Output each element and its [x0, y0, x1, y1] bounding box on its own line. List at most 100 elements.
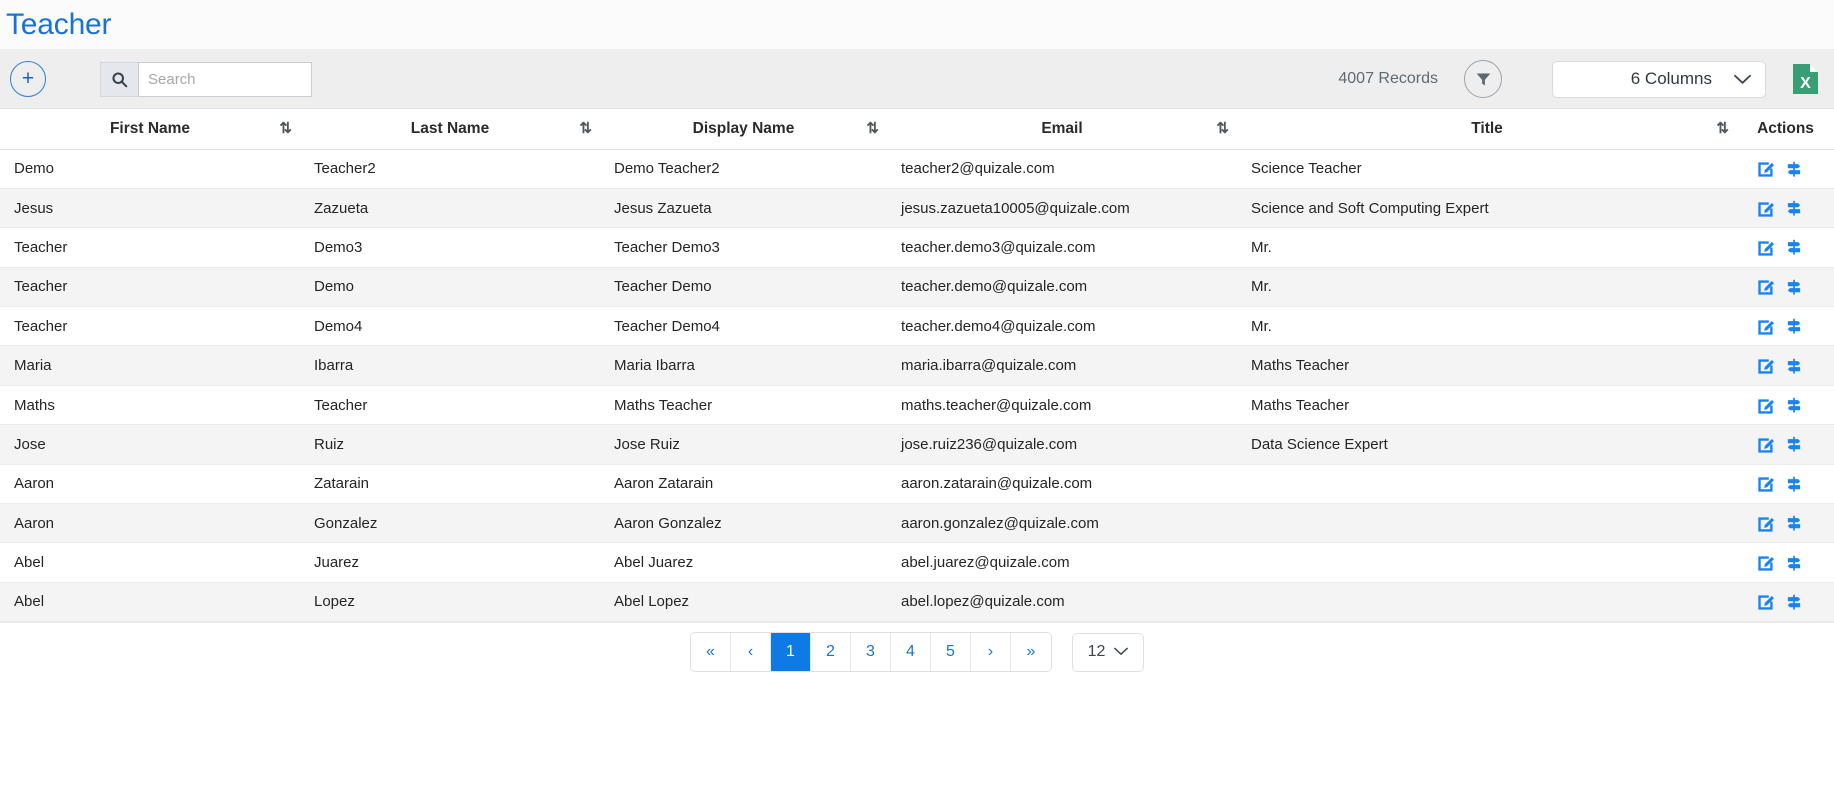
edit-row-button[interactable] — [1757, 199, 1776, 218]
column-header-display-name: Display Name ⇅ — [600, 109, 887, 149]
cell-actions — [1737, 504, 1834, 543]
edit-row-button[interactable] — [1757, 592, 1776, 611]
column-header-label: Actions — [1757, 120, 1814, 137]
pagination-page-3[interactable]: 3 — [851, 633, 891, 671]
pagination-page-5[interactable]: 5 — [931, 633, 971, 671]
cell-title: Mr. — [1237, 228, 1737, 267]
edit-icon — [1757, 396, 1776, 415]
cell-actions — [1737, 464, 1834, 503]
edit-icon — [1757, 514, 1776, 533]
cell-last-name: Zazueta — [300, 188, 600, 227]
pagination-last[interactable]: » — [1011, 633, 1051, 671]
pagination-next[interactable]: › — [971, 633, 1011, 671]
edit-row-button[interactable] — [1757, 238, 1776, 257]
sort-toggle-title[interactable]: ⇅ — [1716, 121, 1729, 136]
assign-row-button[interactable] — [1785, 238, 1803, 256]
column-header-label: Title — [1471, 120, 1503, 138]
svg-text:X: X — [1800, 75, 1811, 92]
teacher-list-page: Teacher + 4007 Records 6 Columns — [0, 0, 1834, 795]
cell-email: aaron.gonzalez@quizale.com — [887, 504, 1237, 543]
pagination-first[interactable]: « — [691, 633, 731, 671]
assign-row-button[interactable] — [1785, 160, 1803, 178]
cell-email: teacher.demo@quizale.com — [887, 267, 1237, 306]
cell-title: Science and Soft Computing Expert — [1237, 188, 1737, 227]
cell-title — [1237, 464, 1737, 503]
cell-email: jesus.zazueta10005@quizale.com — [887, 188, 1237, 227]
assign-row-button[interactable] — [1785, 593, 1803, 611]
assign-row-button[interactable] — [1785, 357, 1803, 375]
pagination-page-1[interactable]: 1 — [771, 633, 811, 671]
table-row: TeacherDemoTeacher Demoteacher.demo@quiz… — [0, 267, 1834, 306]
cell-actions — [1737, 188, 1834, 227]
pagination-prev[interactable]: ‹ — [731, 633, 771, 671]
edit-row-button[interactable] — [1757, 356, 1776, 375]
cell-title: Maths Teacher — [1237, 346, 1737, 385]
signpost-icon — [1785, 475, 1803, 493]
assign-row-button[interactable] — [1785, 278, 1803, 296]
cell-first-name: Jose — [0, 425, 300, 464]
column-header-email: Email ⇅ — [887, 109, 1237, 149]
edit-row-button[interactable] — [1757, 159, 1776, 178]
edit-row-button[interactable] — [1757, 396, 1776, 415]
edit-row-button[interactable] — [1757, 474, 1776, 493]
cell-last-name: Lopez — [300, 582, 600, 621]
cell-last-name: Zatarain — [300, 464, 600, 503]
table-row: AbelLopezAbel Lopezabel.lopez@quizale.co… — [0, 582, 1834, 621]
cell-display-name: Aaron Gonzalez — [600, 504, 887, 543]
column-header-label: Email — [1041, 120, 1082, 138]
cell-display-name: Aaron Zatarain — [600, 464, 887, 503]
cell-display-name: Maria Ibarra — [600, 346, 887, 385]
cell-email: teacher.demo3@quizale.com — [887, 228, 1237, 267]
cell-email: teacher.demo4@quizale.com — [887, 307, 1237, 346]
sort-toggle-email[interactable]: ⇅ — [1216, 121, 1229, 136]
table-row: AaronGonzalezAaron Gonzalezaaron.gonzale… — [0, 504, 1834, 543]
cell-title: Data Science Expert — [1237, 425, 1737, 464]
assign-row-button[interactable] — [1785, 199, 1803, 217]
cell-first-name: Teacher — [0, 267, 300, 306]
search-input[interactable] — [138, 62, 312, 97]
cell-display-name: Teacher Demo — [600, 267, 887, 306]
edit-row-button[interactable] — [1757, 514, 1776, 533]
cell-last-name: Teacher — [300, 385, 600, 424]
cell-display-name: Demo Teacher2 — [600, 149, 887, 188]
search-group — [100, 62, 312, 97]
cell-last-name: Ruiz — [300, 425, 600, 464]
assign-row-button[interactable] — [1785, 475, 1803, 493]
edit-icon — [1757, 317, 1776, 336]
table-row: TeacherDemo4Teacher Demo4teacher.demo4@q… — [0, 307, 1834, 346]
table-row: MathsTeacherMaths Teachermaths.teacher@q… — [0, 385, 1834, 424]
page-size-select[interactable]: 12 — [1072, 633, 1144, 672]
assign-row-button[interactable] — [1785, 317, 1803, 335]
chevron-down-icon — [1734, 74, 1751, 85]
add-teacher-button[interactable]: + — [10, 61, 46, 97]
edit-icon — [1757, 277, 1776, 296]
columns-select[interactable]: 6 Columns — [1552, 61, 1766, 98]
assign-row-button[interactable] — [1785, 514, 1803, 532]
cell-last-name: Teacher2 — [300, 149, 600, 188]
pagination-page-2[interactable]: 2 — [811, 633, 851, 671]
column-header-actions: Actions — [1737, 109, 1834, 149]
sort-toggle-last-name[interactable]: ⇅ — [579, 121, 592, 136]
cell-actions — [1737, 543, 1834, 582]
edit-row-button[interactable] — [1757, 553, 1776, 572]
sort-toggle-first-name[interactable]: ⇅ — [279, 121, 292, 136]
signpost-icon — [1785, 514, 1803, 532]
filter-button[interactable] — [1464, 60, 1502, 98]
edit-row-button[interactable] — [1757, 317, 1776, 336]
column-header-title: Title ⇅ — [1237, 109, 1737, 149]
sort-toggle-display-name[interactable]: ⇅ — [866, 121, 879, 136]
assign-row-button[interactable] — [1785, 396, 1803, 414]
toolbar: + 4007 Records 6 Columns — [0, 50, 1834, 109]
pagination-page-4[interactable]: 4 — [891, 633, 931, 671]
edit-row-button[interactable] — [1757, 435, 1776, 454]
cell-email: maths.teacher@quizale.com — [887, 385, 1237, 424]
export-excel-button[interactable]: X — [1790, 62, 1820, 96]
edit-row-button[interactable] — [1757, 277, 1776, 296]
cell-actions — [1737, 385, 1834, 424]
page-header: Teacher — [0, 0, 1834, 50]
cell-title: Mr. — [1237, 267, 1737, 306]
cell-first-name: Maths — [0, 385, 300, 424]
assign-row-button[interactable] — [1785, 554, 1803, 572]
search-icon[interactable] — [100, 62, 138, 97]
assign-row-button[interactable] — [1785, 435, 1803, 453]
